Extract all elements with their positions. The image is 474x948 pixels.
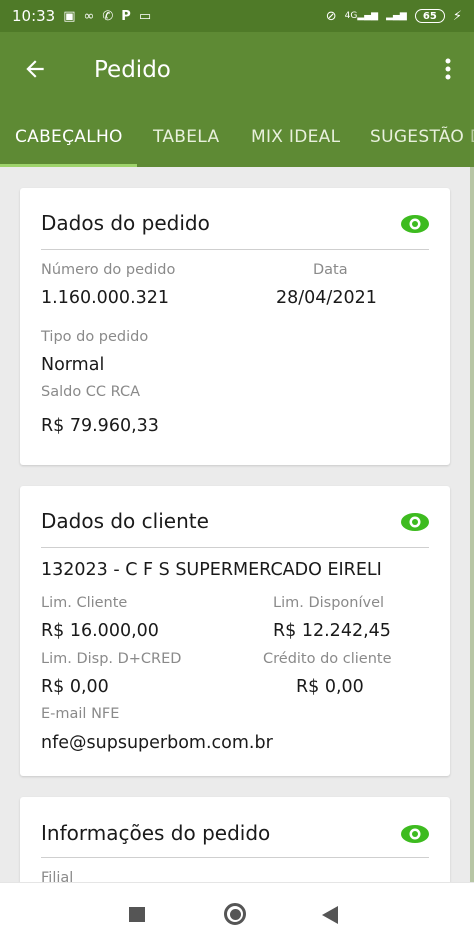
available-limit-label: Lim. Disponível [273,595,385,611]
order-number-value: 1.160.000.321 [41,288,170,308]
tab-sugestao[interactable]: SUGESTÃO D [370,127,474,147]
mute-alarm-icon: ⊘ [325,8,337,24]
divider [41,249,429,250]
charging-icon: ⚡ [452,8,462,24]
available-limit-value: R$ 12.242,45 [273,621,391,641]
laptop-icon: ▭ [138,8,152,24]
status-bar-left: 10:33 ▣ ∞ ✆ P ▭ [12,7,151,25]
signal-icon-2: ▂▄▆ [386,10,407,21]
disp-dcred-label: Lim. Disp. D+CRED [41,651,182,667]
date-label: Data [313,262,348,278]
divider [41,547,429,548]
client-data-card: Dados do cliente 132023 - C F S SUPERMER… [20,486,450,776]
back-arrow-icon[interactable] [22,50,48,86]
recents-icon[interactable] [129,907,145,922]
app-bar: Pedido [0,32,474,108]
balance-label: Saldo CC RCA [41,384,141,400]
whatsapp-icon: ✆ [102,8,114,24]
date-value: 28/04/2021 [276,288,377,308]
client-credit-label: Crédito do cliente [263,651,392,667]
status-bar: 10:33 ▣ ∞ ✆ P ▭ ⊘ 4G▂▄▆ ▂▄▆ 65 ⚡ [0,0,474,32]
more-options-icon[interactable] [444,50,452,86]
status-time: 10:33 [12,7,56,25]
client-limit-value: R$ 16.000,00 [41,621,159,641]
order-type-label: Tipo do pedido [41,329,149,345]
signal-icon: 4G▂▄▆ [344,10,379,21]
battery-level: 65 [422,10,437,22]
order-type-value: Normal [41,355,105,375]
client-limit-label: Lim. Cliente [41,595,128,611]
tab-indicator [0,164,137,167]
tab-mix-ideal[interactable]: MIX IDEAL [251,127,340,147]
paypal-icon: P [121,8,131,24]
client-name: 132023 - C F S SUPERMERCADO EIRELI [41,560,382,580]
tab-bar: CABEÇALHO TABELA MIX IDEAL SUGESTÃO D [0,108,474,167]
order-number-label: Número do pedido [41,262,176,278]
divider [41,857,429,858]
battery-icon: 65 [414,9,445,23]
client-card-title: Dados do cliente [41,509,209,533]
eye-icon[interactable] [400,512,430,532]
balance-value: R$ 79.960,33 [41,416,159,436]
nav-back-icon[interactable] [322,906,338,924]
eye-icon[interactable] [400,214,430,234]
tab-tabela[interactable]: TABELA [153,127,219,147]
scroll-edge [470,32,474,882]
system-nav-bar [0,882,474,948]
page-title: Pedido [94,57,171,83]
calendar-notification-icon: ▣ [63,8,76,24]
home-icon[interactable] [224,903,246,925]
eye-icon[interactable] [400,824,430,844]
email-value: nfe@supsuperbom.com.br [41,733,273,753]
disp-dcred-value: R$ 0,00 [41,677,109,697]
client-credit-value: R$ 0,00 [296,677,364,697]
order-data-card: Dados do pedido Número do pedido 1.160.0… [20,188,450,465]
info-card-title: Informações do pedido [41,821,271,845]
email-label: E-mail NFE [41,706,120,722]
order-card-title: Dados do pedido [41,211,210,235]
tab-cabecalho[interactable]: CABEÇALHO [15,127,123,147]
infinity-notification-icon: ∞ [83,8,95,24]
status-bar-right: ⊘ 4G▂▄▆ ▂▄▆ 65 ⚡ [326,9,462,23]
